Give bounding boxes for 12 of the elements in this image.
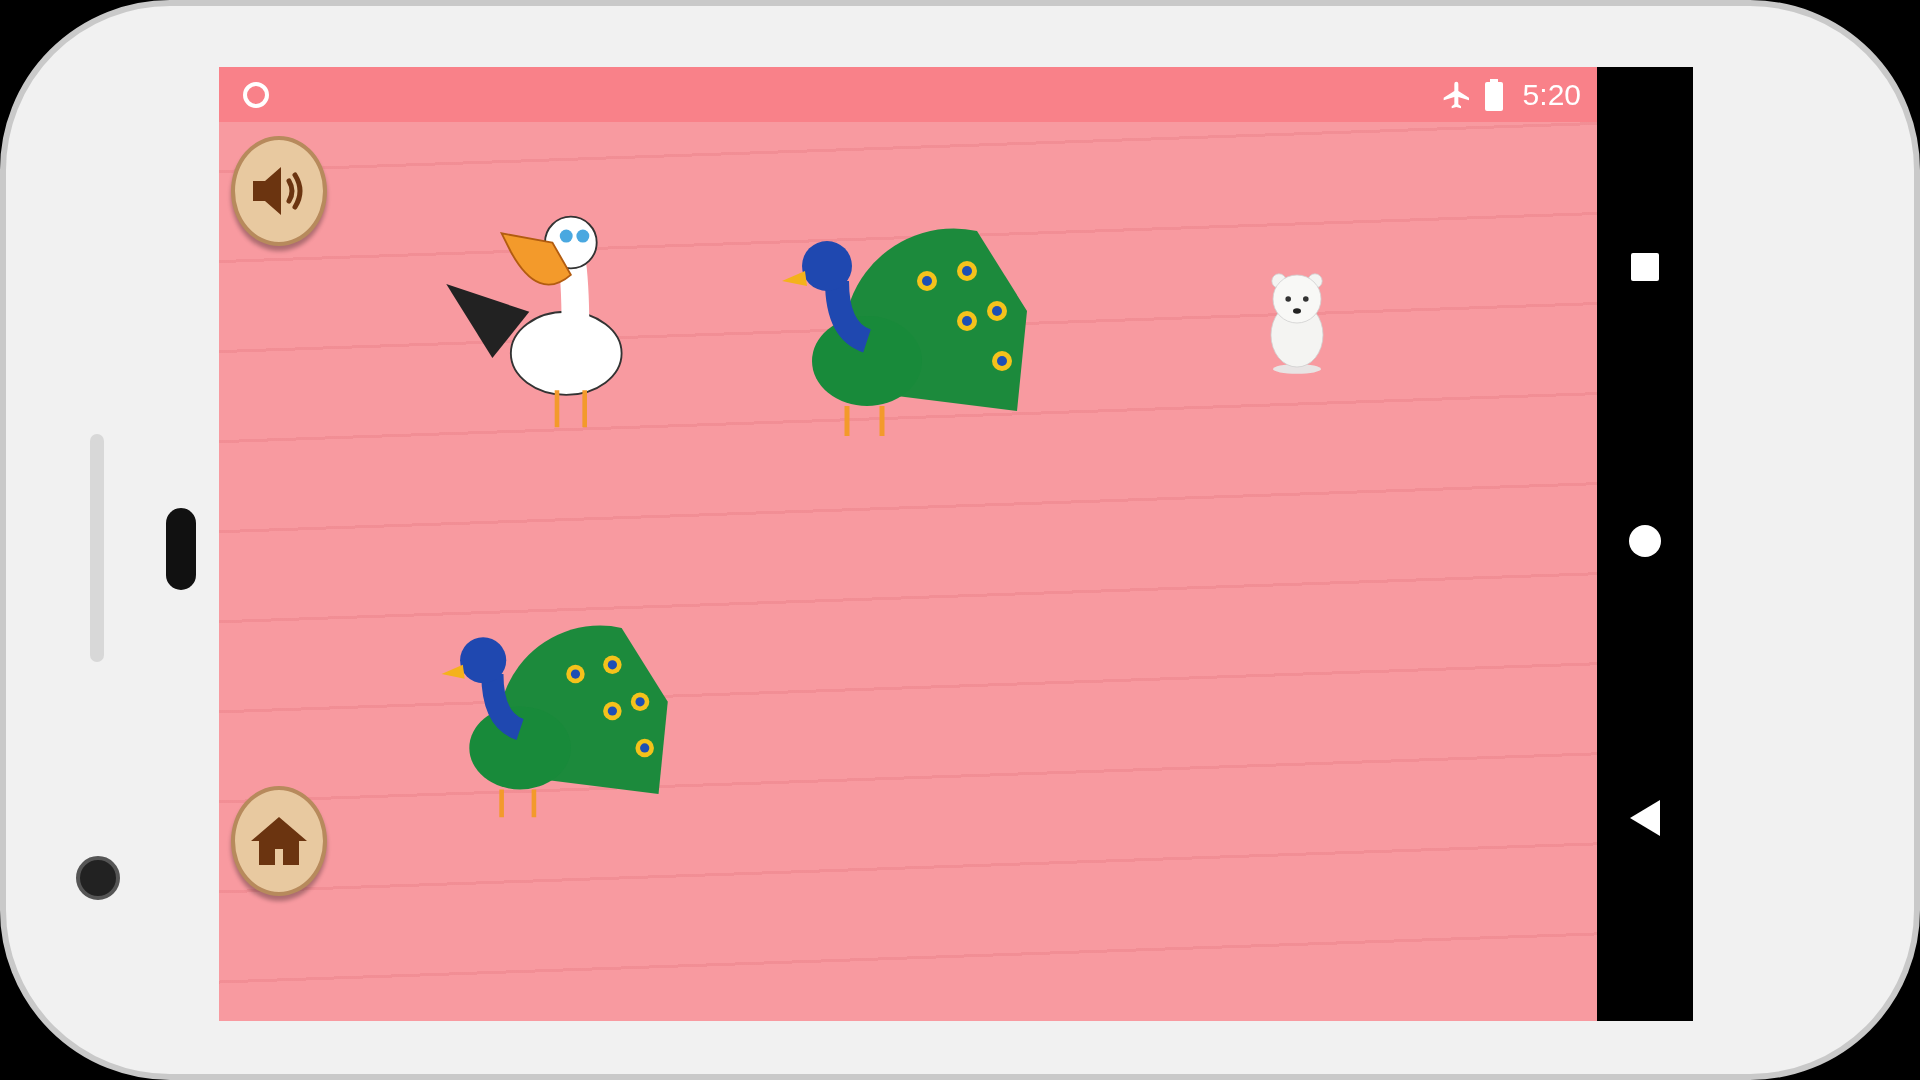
sound-button[interactable]: [231, 136, 327, 246]
battery-icon: [1484, 78, 1503, 111]
triangle-icon: [1630, 800, 1660, 836]
camera-lens: [76, 856, 120, 900]
home-button[interactable]: [231, 786, 327, 896]
recents-button[interactable]: [1630, 252, 1660, 282]
ring-icon: [241, 79, 271, 110]
back-button[interactable]: [1630, 800, 1660, 836]
clock-time: 5:20: [1522, 77, 1581, 112]
circle-icon: [1628, 524, 1662, 558]
home-nav-button[interactable]: [1628, 524, 1662, 558]
square-icon: [1630, 252, 1660, 282]
